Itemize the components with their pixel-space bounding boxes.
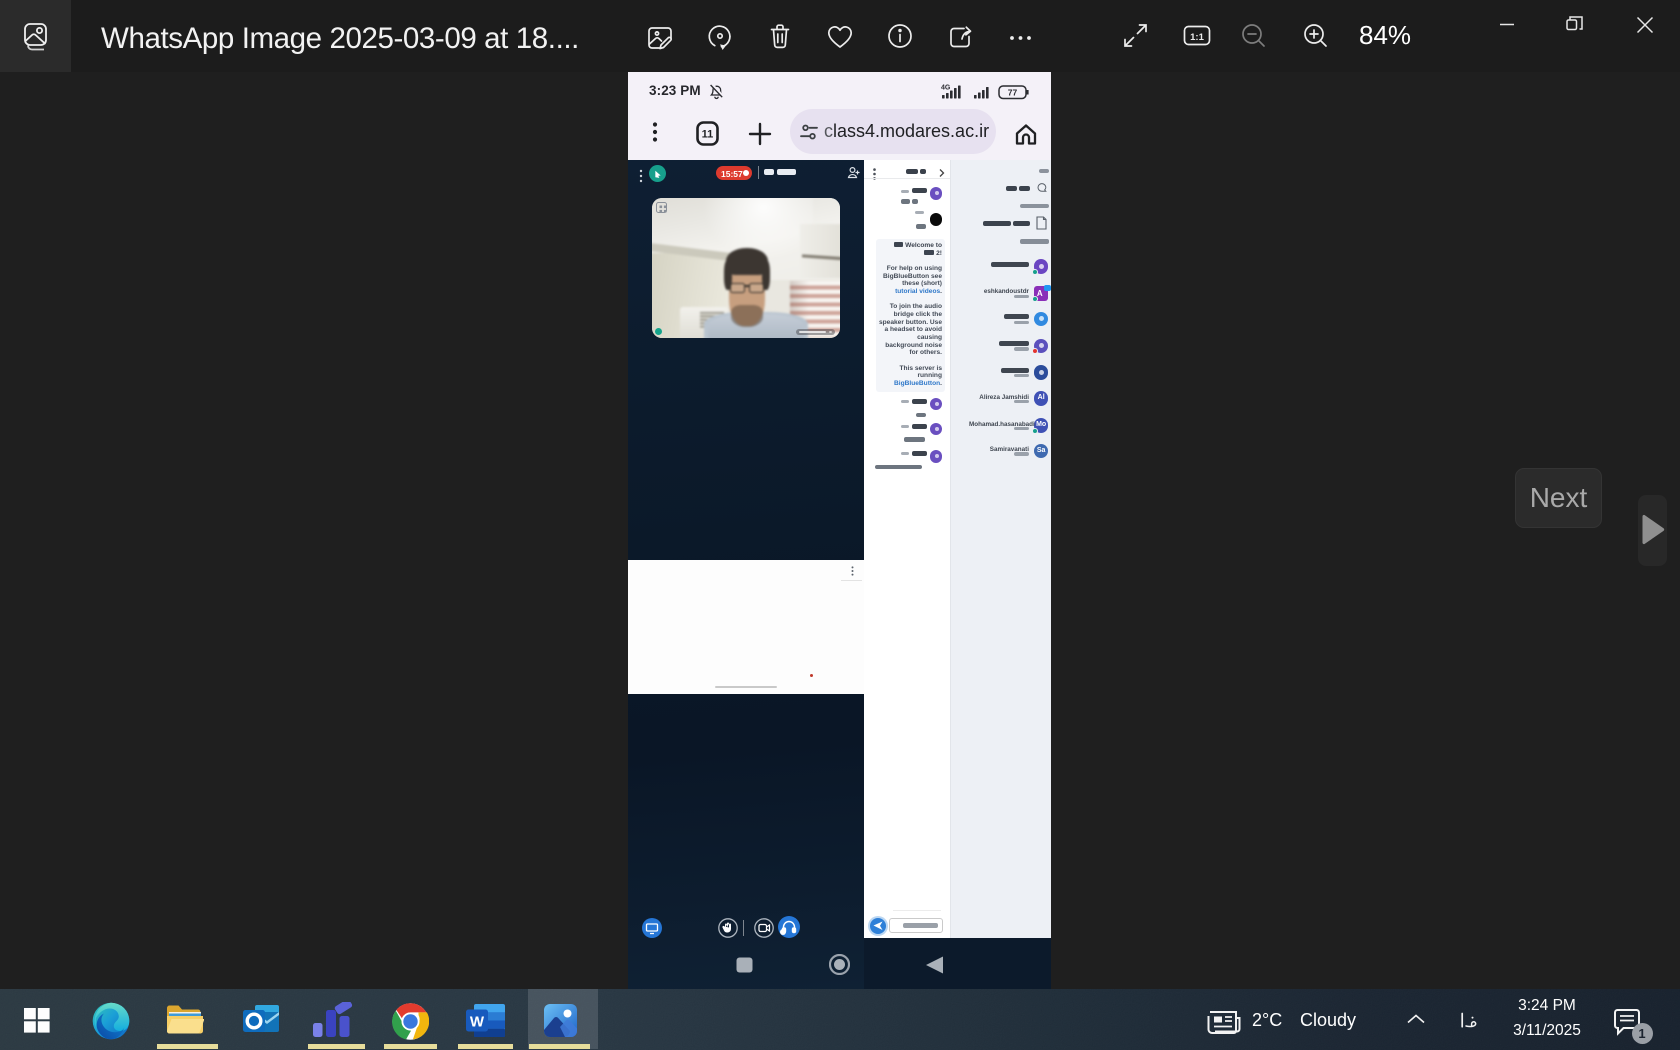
svg-text:77: 77: [1008, 88, 1018, 98]
svg-text:W: W: [470, 1014, 485, 1031]
svg-text:11: 11: [702, 129, 714, 141]
svg-text:1:1: 1:1: [1190, 32, 1204, 43]
svg-text:4G: 4G: [941, 85, 951, 92]
